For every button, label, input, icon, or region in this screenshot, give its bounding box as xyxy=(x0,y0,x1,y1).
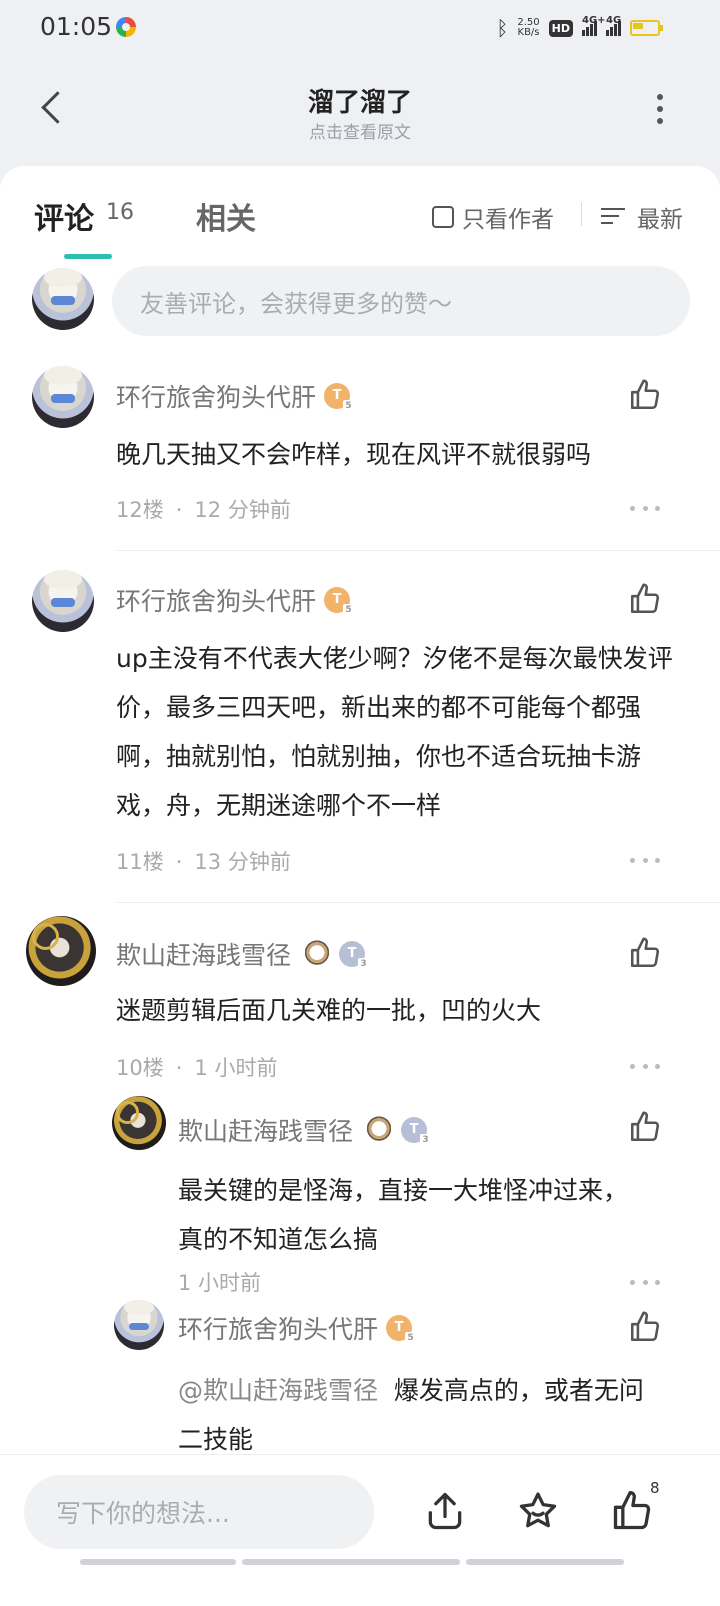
share-icon[interactable] xyxy=(423,1489,467,1533)
bluetooth-icon: ᛒ xyxy=(496,16,509,40)
comment-more-button[interactable] xyxy=(630,504,660,512)
like-icon[interactable] xyxy=(628,936,662,970)
comment-composer: 友善评论，会获得更多的赞～ xyxy=(0,266,720,346)
username[interactable]: 环行旅舍狗头代肝 T5 xyxy=(116,582,355,618)
sort-button[interactable]: 最新 xyxy=(601,200,683,234)
comment-text: up主没有不代表大佬少啊？汐佬不是每次最快发评价，最多三四天吧，新出来的都不可能… xyxy=(116,644,673,820)
like-icon[interactable] xyxy=(628,378,662,412)
app-notification-icon xyxy=(116,17,136,37)
battery-icon xyxy=(630,20,663,36)
tab-bar: 评论 16 相关 只看作者 最新 xyxy=(0,166,720,266)
comment-text: 迷题剪辑后面几关难的一批，凹的火大 xyxy=(116,996,542,1025)
gesture-bar xyxy=(242,1559,460,1565)
comment-text: 晚几天抽又不会咋样，现在风评不就很弱吗 xyxy=(116,440,592,469)
tab-comments[interactable]: 评论 xyxy=(34,194,94,238)
more-options-button[interactable] xyxy=(656,94,664,124)
gesture-bar xyxy=(466,1559,624,1565)
bottom-action-bar: 写下你的想法... 8 xyxy=(0,1454,720,1606)
reply-more-button[interactable] xyxy=(630,1278,660,1286)
tab-indicator xyxy=(64,254,112,259)
view-original-link[interactable]: 点击查看原文 xyxy=(0,118,720,143)
network-speed: 2.50 KB/s xyxy=(517,17,540,38)
reply-meta: 1 小时前 xyxy=(178,1271,262,1295)
comment-more-button[interactable] xyxy=(630,1062,660,1070)
decoration-icon xyxy=(365,1116,394,1144)
level-badge-icon: T3 xyxy=(339,941,370,970)
comment-item: 环行旅舍狗头代肝 T5 up主没有不代表大佬少啊？汐佬不是每次最快发评价，最多三… xyxy=(0,564,720,894)
header: 溜了溜了 点击查看原文 xyxy=(0,56,720,166)
comment-count: 16 xyxy=(106,200,134,225)
reply-username[interactable]: 欺山赶海践雪径 T3 xyxy=(178,1112,432,1148)
like-count: 8 xyxy=(650,1479,660,1497)
avatar[interactable] xyxy=(112,1096,166,1150)
comments-sheet: 评论 16 相关 只看作者 最新 友善评论，会获得更多的赞～ 环行旅舍狗头代肝 … xyxy=(0,166,720,1605)
divider xyxy=(581,202,582,226)
avatar[interactable] xyxy=(32,268,94,330)
level-badge-icon: T5 xyxy=(324,587,355,616)
comment-meta: 11楼 · 13 分钟前 xyxy=(116,850,291,874)
level-badge-icon: T3 xyxy=(401,1117,432,1146)
comment-input[interactable]: 友善评论，会获得更多的赞～ xyxy=(112,266,690,336)
like-icon[interactable] xyxy=(628,1310,662,1344)
author-only-toggle[interactable]: 只看作者 xyxy=(432,200,554,234)
avatar[interactable] xyxy=(32,570,94,632)
reply-username[interactable]: 环行旅舍狗头代肝 T5 xyxy=(178,1310,417,1346)
avatar[interactable] xyxy=(32,366,94,428)
gesture-bar xyxy=(80,1559,236,1565)
divider xyxy=(116,902,720,903)
username[interactable]: 环行旅舍狗头代肝 T5 xyxy=(116,378,355,414)
mention-link[interactable]: @欺山赶海践雪径 xyxy=(178,1376,378,1405)
avatar[interactable] xyxy=(114,1300,164,1350)
username[interactable]: 欺山赶海践雪径 T3 xyxy=(116,936,370,972)
divider xyxy=(116,550,720,551)
sort-icon xyxy=(601,206,627,228)
favorite-star-icon[interactable] xyxy=(516,1489,560,1533)
level-badge-icon: T5 xyxy=(386,1315,417,1344)
comment-meta: 12楼 · 12 分钟前 xyxy=(116,498,291,522)
avatar[interactable] xyxy=(26,916,96,986)
status-time: 01:05 xyxy=(40,12,113,41)
reply-input[interactable]: 写下你的想法... xyxy=(24,1475,374,1549)
reply-text: @欺山赶海践雪径 爆发高点的，或者无问二技能 xyxy=(178,1376,644,1454)
tab-related[interactable]: 相关 xyxy=(196,194,256,238)
signal-icon: 4G+ xyxy=(582,15,606,36)
like-icon[interactable] xyxy=(610,1489,654,1533)
checkbox-icon[interactable] xyxy=(432,206,454,228)
like-icon[interactable] xyxy=(628,582,662,616)
comment-meta: 10楼 · 1 小时前 xyxy=(116,1056,278,1080)
hd-icon: HD xyxy=(548,19,573,37)
comment-item: 欺山赶海践雪径 T3 迷题剪辑后面几关难的一批，凹的火大 10楼 · 1 小时前 欺… xyxy=(0,914,720,1474)
like-icon[interactable] xyxy=(628,1110,662,1144)
decoration-icon xyxy=(303,940,332,968)
signal-icon: 4G xyxy=(606,15,621,36)
comment-item: 环行旅舍狗头代肝 T5 晚几天抽又不会咋样，现在风评不就很弱吗 12楼 · 12 分… xyxy=(0,360,720,530)
comment-more-button[interactable] xyxy=(630,856,660,864)
status-icons: ᛒ 2.50 KB/s HD 4G+ 4G xyxy=(496,15,663,40)
status-bar: 01:05 ᛒ 2.50 KB/s HD 4G+ 4G xyxy=(0,0,720,56)
reply-text: 最关键的是怪海，直接一大堆怪冲过来，真的不知道怎么搞 xyxy=(178,1176,629,1254)
level-badge-icon: T5 xyxy=(324,383,355,412)
page-title: 溜了溜了 xyxy=(307,88,412,118)
